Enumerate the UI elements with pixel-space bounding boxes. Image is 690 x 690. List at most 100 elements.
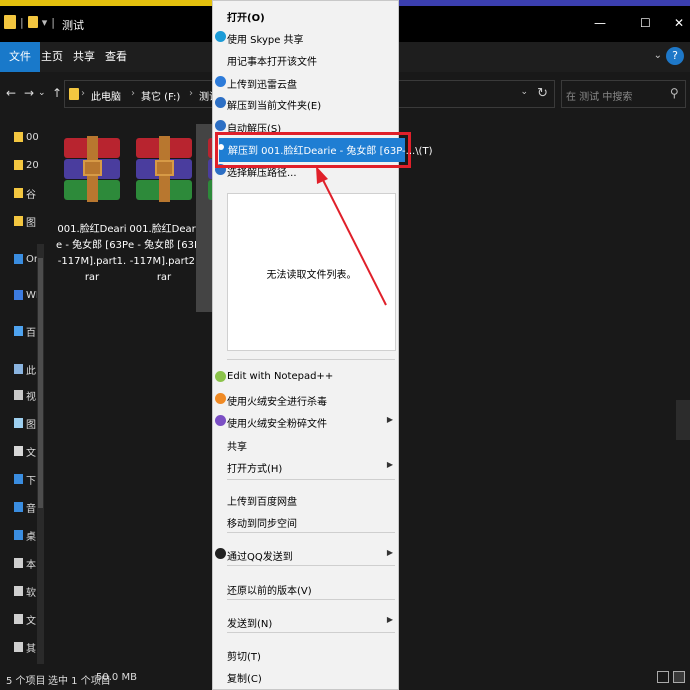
menu-item[interactable]: 使用火绒安全进行杀毒 [213, 388, 398, 410]
details-view-icon[interactable] [657, 671, 669, 683]
expand-ribbon-icon[interactable]: ⌄ [654, 50, 662, 61]
search-box[interactable]: 在 测试 中搜索 ⚲ [561, 80, 686, 108]
search-icon[interactable]: ⚲ [670, 86, 679, 100]
menu-item-label: 使用火绒安全进行杀毒 [227, 397, 327, 408]
menu-separator [227, 565, 395, 566]
file-name: 001.脸红Dearie - 兔女郎 [63P-117M].part2.rar [128, 224, 200, 283]
menu-item-label: 打开(O) [227, 13, 265, 24]
computer-icon [14, 364, 23, 374]
baidu-icon [14, 326, 23, 336]
forward-button[interactable]: → [24, 86, 34, 100]
archive-preview-pane: 无法读取文件列表。 [227, 193, 396, 351]
menu-item-label: 复制(C) [227, 674, 262, 685]
breadcrumb-this-pc[interactable]: 此电脑 [91, 88, 121, 103]
menu-item-label: 通过QQ发送到 [227, 552, 293, 563]
back-button[interactable]: ← [6, 86, 16, 100]
menu-item[interactable]: 用记事本打开该文件 [213, 48, 398, 70]
sidebar-item-label: 图 [26, 419, 36, 431]
close-button[interactable]: ✕ [674, 16, 684, 30]
drive-icon [14, 642, 23, 652]
sidebar-item[interactable]: 谷 [14, 182, 44, 204]
large-icons-view-icon[interactable] [673, 671, 685, 683]
sidebar-item-label: 桌 [26, 531, 36, 543]
sidebar-item-label: 图 [26, 217, 36, 229]
menu-item-label: 上传到迅雷云盘 [227, 80, 297, 91]
sidebar-item-label: 谷 [26, 189, 36, 201]
folder-icon [14, 216, 23, 226]
tab-view[interactable]: 查看 [96, 42, 136, 72]
document-icon [14, 446, 23, 456]
menu-item-label: 还原以前的版本(V) [227, 586, 312, 597]
menu-item[interactable]: 上传到百度网盘 [213, 488, 398, 510]
sidebar-item[interactable]: 图 [14, 210, 44, 232]
selected-size: 50.0 MB [96, 672, 137, 683]
submenu-arrow-icon: ▶ [386, 548, 393, 557]
new-folder-icon[interactable] [27, 16, 38, 28]
file-item[interactable]: 001.脸红Dearie - 兔女郎 [63P-117M].part1.rar [56, 130, 128, 286]
cloud-icon [14, 254, 23, 264]
minimize-button[interactable]: — [594, 16, 606, 30]
menu-item[interactable]: 打开(O) [213, 4, 398, 26]
maximize-button[interactable]: ☐ [640, 16, 651, 30]
download-icon [14, 474, 23, 484]
winrar-archive-icon [64, 136, 120, 202]
sidebar-item-label: 百 [26, 327, 36, 339]
sidebar-item-label: 本 [26, 559, 36, 571]
search-input[interactable]: 在 测试 中搜索 [566, 88, 632, 103]
submenu-arrow-icon: ▶ [386, 415, 393, 424]
shred-icon [215, 415, 226, 426]
menu-item[interactable]: 发送到(N) ▶ [213, 610, 398, 632]
breadcrumb-drive-f[interactable]: 其它 (F:) [141, 88, 180, 103]
huorong-icon [215, 393, 226, 404]
breadcrumb-separator: › [131, 88, 135, 99]
menu-item[interactable]: 通过QQ发送到 ▶ [213, 543, 398, 565]
up-button[interactable]: ↑ [52, 86, 62, 100]
wps-icon [14, 290, 23, 300]
sidebar-item-label: 下 [26, 475, 36, 487]
sidebar-item-label: 其 [26, 643, 36, 655]
folder-icon [14, 188, 23, 198]
menu-item[interactable]: 打开方式(H) ▶ [213, 455, 398, 477]
menu-item[interactable]: 使用 Skype 共享 [213, 26, 398, 48]
menu-item[interactable]: 剪切(T) [213, 643, 398, 665]
sidebar-item[interactable]: 00 [14, 126, 44, 148]
menu-item[interactable]: 上传到迅雷云盘 [213, 71, 398, 93]
item-count: 5 个项目 [6, 676, 46, 687]
menu-item-label: 使用 Skype 共享 [227, 35, 304, 46]
menu-item-label: 共享 [227, 442, 247, 453]
extract-to-folder-menu-item[interactable]: 解压到 001.脸红Dearie - 兔女郎 [63P-...\(T) [215, 132, 432, 168]
menu-item[interactable]: 移动到同步空间 [213, 510, 398, 532]
folder-icon [69, 88, 79, 100]
menu-item[interactable]: 复制(C) [213, 665, 398, 687]
menu-item-label: 打开方式(H) [227, 464, 283, 475]
navigation-scrollbar[interactable] [37, 244, 44, 664]
address-history-dropdown-icon[interactable]: ⌄ [520, 87, 528, 97]
qq-icon [215, 548, 226, 559]
menu-item[interactable]: 使用火绒安全粉碎文件 ▶ [213, 410, 398, 432]
thunder-icon [215, 76, 226, 87]
preview-message: 无法读取文件列表。 [266, 270, 357, 281]
sidebar-item[interactable]: 20 [14, 154, 44, 176]
sidebar-item-label: 音 [26, 503, 36, 515]
menu-item[interactable]: 解压到当前文件夹(E) [213, 92, 398, 114]
video-icon [14, 390, 23, 400]
menu-item[interactable]: 还原以前的版本(V) [213, 577, 398, 599]
menu-item[interactable]: Edit with Notepad++ [213, 366, 398, 388]
content-scrollbar[interactable] [676, 400, 690, 440]
file-name: 001.脸红Dearie - 兔女郎 [63P-117M].part1.rar [56, 224, 128, 283]
submenu-arrow-icon: ▶ [386, 460, 393, 469]
qat-dropdown-icon[interactable]: ▾ [42, 16, 48, 29]
folder-icon [14, 160, 23, 170]
menu-item[interactable]: 共享 [213, 433, 398, 455]
winrar-icon [218, 144, 224, 150]
sidebar-item-label: 00 [26, 131, 39, 143]
menu-separator [227, 632, 395, 633]
winrar-icon [215, 97, 226, 108]
scrollbar-thumb[interactable] [38, 258, 43, 508]
refresh-icon[interactable]: ↻ [537, 86, 548, 101]
recent-locations-button[interactable]: ⌄ [38, 88, 46, 98]
folder-icon [4, 15, 16, 29]
menu-item-label: 解压到当前文件夹(E) [227, 101, 322, 112]
file-item[interactable]: 001.脸红Dearie - 兔女郎 [63P-117M].part2.rar [128, 130, 200, 286]
help-icon[interactable]: ? [666, 47, 684, 65]
